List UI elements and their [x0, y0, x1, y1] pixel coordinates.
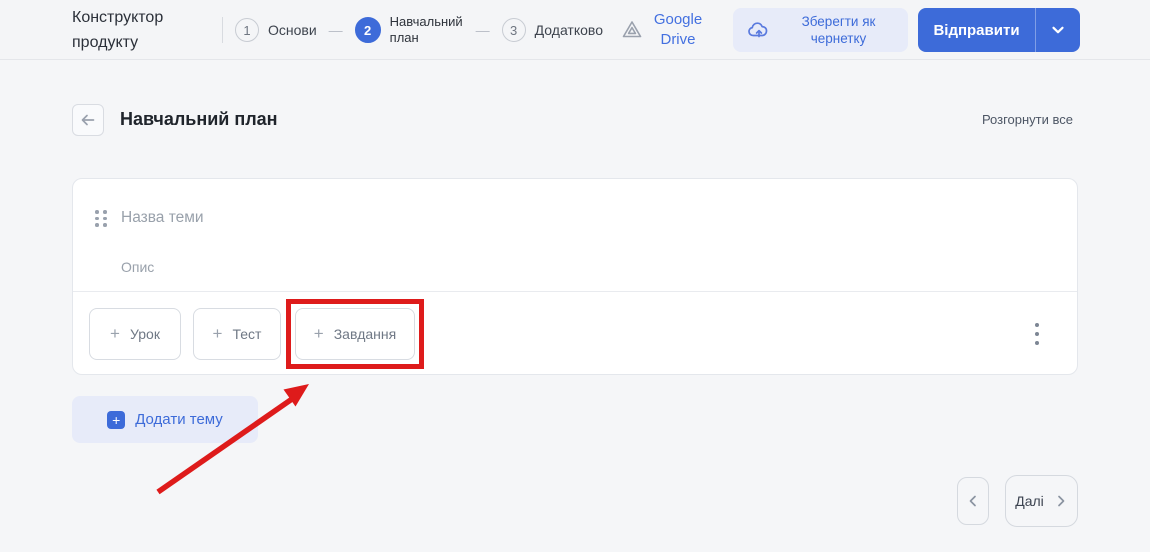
save-draft-label: Зберегти як чернетку	[801, 14, 876, 46]
add-lesson-label: Урок	[129, 325, 160, 342]
topic-title-input[interactable]	[121, 205, 621, 231]
plus-icon: +	[110, 324, 120, 343]
add-lesson-button[interactable]: + Урок	[89, 307, 181, 360]
save-draft-button[interactable]: Зберегти як чернетку	[733, 8, 908, 52]
topic-description-input[interactable]	[121, 255, 621, 279]
step-additional[interactable]: 3 Додатково	[501, 18, 603, 42]
step-curriculum[interactable]: 2 Навчальний план	[354, 14, 464, 46]
add-task-label: Завдання	[333, 325, 397, 342]
google-drive-icon	[620, 18, 644, 42]
chevron-right-icon	[1054, 494, 1068, 508]
add-task-button[interactable]: + Завдання	[295, 307, 415, 360]
chevron-down-icon	[1050, 22, 1066, 38]
page-title: Навчальний план	[120, 109, 278, 129]
step-number-badge: 2	[354, 17, 381, 43]
kebab-menu-button[interactable]	[1031, 319, 1043, 349]
add-test-button[interactable]: + Тест	[193, 307, 281, 360]
submit-split-button: Відправити	[918, 8, 1080, 52]
google-drive-label: Google Drive	[653, 10, 703, 48]
cloud-upload-icon	[745, 16, 773, 44]
add-topic-button[interactable]: + Додати тему	[72, 396, 258, 443]
next-page-label: Далі	[1015, 493, 1044, 509]
topic-card: + Урок + Тест + Завдання	[72, 178, 1078, 375]
vertical-divider	[222, 17, 223, 43]
step-separator: —	[475, 22, 490, 38]
chevron-left-icon	[966, 494, 980, 508]
back-arrow-icon	[79, 111, 97, 129]
step-basics[interactable]: 1 Основи	[235, 18, 317, 42]
step-number-badge: 3	[501, 18, 526, 42]
step-number-badge: 1	[235, 18, 259, 42]
step-label: Навчальний план	[389, 14, 463, 45]
plus-icon: +	[313, 324, 324, 343]
google-drive-button[interactable]: Google Drive	[620, 10, 705, 50]
add-topic-label: Додати тему	[135, 411, 223, 428]
card-actions-row: + Урок + Тест + Завдання	[73, 292, 1077, 375]
prev-page-button[interactable]	[957, 477, 989, 525]
drag-handle-icon[interactable]	[95, 210, 107, 227]
expand-all-button[interactable]: Розгорнути все	[982, 112, 1073, 127]
stepper: 1 Основи — 2 Навчальний план — 3 Додатко…	[222, 0, 603, 60]
top-bar: Конструктор продукту 1 Основи — 2 Навчал…	[0, 0, 1150, 60]
add-test-label: Тест	[232, 325, 262, 342]
back-button[interactable]	[72, 104, 104, 136]
submit-button[interactable]: Відправити	[918, 8, 1036, 52]
next-page-button[interactable]: Далі	[1005, 475, 1078, 527]
plus-square-icon: +	[107, 410, 126, 429]
step-separator: —	[328, 22, 343, 38]
step-label: Основи	[268, 22, 317, 38]
app-title: Конструктор продукту	[72, 8, 164, 51]
step-label: Додатково	[534, 22, 603, 38]
plus-icon: +	[212, 324, 223, 343]
submit-dropdown-button[interactable]	[1036, 8, 1080, 52]
